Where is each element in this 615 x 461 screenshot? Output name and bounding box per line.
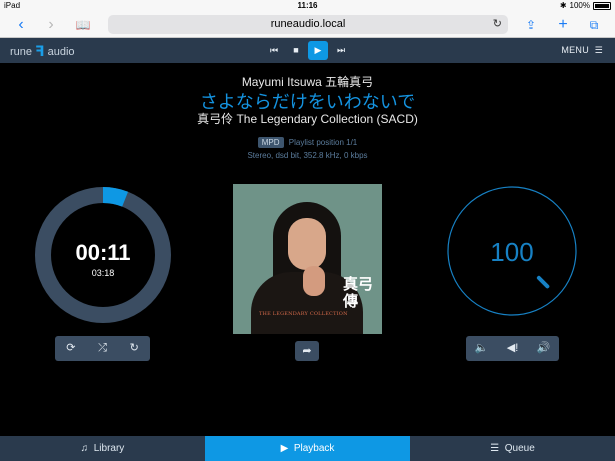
plus-icon[interactable]: + (554, 16, 572, 34)
cover-kanji: 真弓 傳 (343, 276, 373, 310)
battery-icon (593, 1, 611, 10)
shuffle-icon[interactable]: ⤮ (87, 336, 119, 361)
logo-right-text: audio (47, 45, 75, 58)
cover-kanji-bottom: 傳 (343, 292, 359, 310)
list-icon: ☰ (490, 443, 505, 454)
repeat-icon[interactable]: ⟳ (55, 336, 87, 361)
previous-button[interactable]: ⏮ (264, 41, 284, 60)
volume-pointer (536, 275, 550, 289)
battery-percent: 100% (569, 1, 590, 10)
share-icon[interactable]: ⇪ (522, 16, 540, 34)
play-button[interactable]: ▶ (308, 41, 328, 60)
clock: 11:16 (297, 1, 318, 10)
share-arrow-icon: ➦ (302, 345, 312, 357)
playlist-position: Playlist position 1/1 (288, 138, 358, 147)
rune-mark-icon: ꟻ (35, 43, 45, 59)
menu-button[interactable]: MENU ☰ (561, 45, 603, 56)
volume-controls: 🔈 ◀! 🔊 (466, 336, 559, 361)
audio-format: Stereo, dsd bit, 352.8 kHz, 0 kbps (247, 151, 368, 160)
source-badge: MPD (257, 137, 284, 148)
playback-mode-controls: ⟳ ⤮ ↻ (55, 336, 150, 361)
stop-button[interactable]: ■ (286, 41, 306, 60)
book-icon[interactable]: 📖 (74, 16, 92, 34)
reload-icon[interactable]: ↻ (493, 15, 502, 34)
menu-label: MENU (561, 45, 590, 55)
tab-playback[interactable]: ▶ Playback (205, 436, 410, 461)
cover-legend: THE LEGENDARY COLLECTION (259, 311, 348, 317)
single-icon[interactable]: ↻ (118, 336, 150, 361)
cover-kanji-top: 真弓 (343, 275, 374, 293)
next-button[interactable]: ⏭ (331, 41, 351, 60)
chevron-left-icon[interactable]: ‹ (12, 16, 30, 34)
volume-up-icon[interactable]: 🔊 (528, 336, 559, 361)
browser-toolbar: ‹ › 📖 runeaudio.local ↻ ⇪ + ⧉ (0, 12, 615, 38)
url-bar[interactable]: runeaudio.local ↻ (108, 15, 508, 34)
mute-icon[interactable]: ◀! (497, 336, 528, 361)
bottom-nav: ♫ Library ▶ Playback ☰ Queue (0, 436, 615, 461)
volume-down-icon[interactable]: 🔈 (466, 336, 497, 361)
elapsed-time: 00:11 (75, 240, 131, 265)
play-icon: ▶ (280, 443, 294, 454)
track-duration: 03:18 (91, 268, 115, 278)
bluetooth-icon: ✱ (559, 1, 567, 10)
volume-value: 100 (490, 237, 534, 267)
tab-queue-label: Queue (504, 443, 535, 454)
ios-status-bar: iPad 11:16 ✱ 100% (0, 0, 615, 12)
app-header: rune ꟻ audio ⏮ ■ ▶ ⏭ MENU ☰ (0, 38, 615, 63)
cover-hand (303, 266, 325, 296)
tabs-icon[interactable]: ⧉ (585, 16, 603, 34)
url-text: runeaudio.local (270, 18, 346, 30)
tab-library[interactable]: ♫ Library (0, 436, 205, 461)
hamburger-icon: ☰ (591, 45, 603, 55)
track-album: 真弓伶 The Legendary Collection (SACD) (197, 112, 418, 126)
tab-playback-label: Playback (293, 443, 335, 454)
tab-library-label: Library (93, 443, 125, 454)
music-note-icon: ♫ (80, 443, 94, 454)
logo-left-text: rune (10, 45, 33, 58)
cover-face (288, 218, 326, 270)
chevron-right-icon[interactable]: › (42, 16, 60, 34)
album-cover: 真弓 傳 THE LEGENDARY COLLECTION (233, 184, 382, 334)
source-line: MPD Playlist position 1/1 (0, 137, 615, 148)
rune-logo[interactable]: rune ꟻ audio (10, 43, 75, 60)
tab-queue[interactable]: ☰ Queue (410, 436, 615, 461)
share-track-button[interactable]: ➦ (295, 341, 319, 361)
status-right: ✱ 100% (560, 1, 611, 10)
